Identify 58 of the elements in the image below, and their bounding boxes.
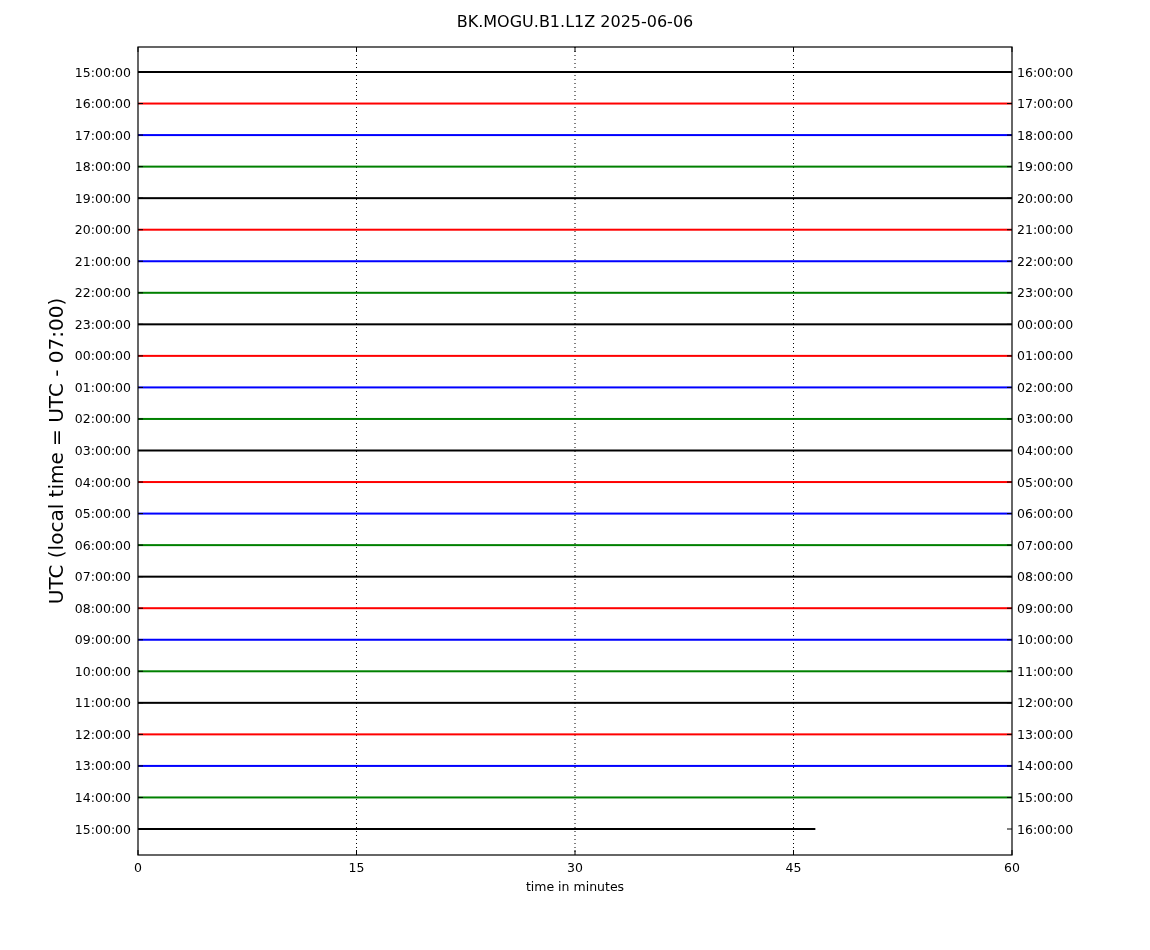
y-tick-label: 01:00:00: [74, 379, 131, 395]
y-tick-label: 05:00:00: [1017, 474, 1074, 490]
y-tick-label: 12:00:00: [74, 726, 131, 742]
chart-title: BK.MOGU.B1.L1Z 2025-06-06: [456, 12, 694, 31]
y-tick-label: 09:00:00: [1017, 600, 1074, 616]
y-tick-label: 03:00:00: [74, 443, 131, 458]
y-tick-label: 11:00:00: [1017, 663, 1074, 679]
y-tick-label: 09:00:00: [74, 632, 131, 648]
y-tick-label: 22:00:00: [1017, 253, 1074, 269]
y-tick-label: 02:00:00: [1017, 379, 1074, 395]
y-tick-label: 04:00:00: [1017, 443, 1074, 458]
y-tick-label: 12:00:00: [1017, 695, 1074, 711]
y-tick-label: 06:00:00: [74, 537, 131, 553]
y-tick-label: 15:00:00: [74, 64, 131, 80]
x-tick-label: 60: [1004, 860, 1020, 875]
y-tick-label: 23:00:00: [74, 316, 131, 332]
y-tick-label: 23:00:00: [1017, 285, 1074, 301]
x-tick-label: 30: [567, 860, 583, 875]
y-tick-label: 13:00:00: [1017, 726, 1074, 742]
y-tick-label: 16:00:00: [1017, 64, 1074, 80]
y-tick-label: 22:00:00: [74, 285, 131, 301]
y-tick-label: 03:00:00: [1017, 411, 1074, 427]
y-tick-label: 00:00:00: [74, 348, 131, 364]
y-tick-label: 15:00:00: [1017, 789, 1074, 805]
y-tick-label: 04:00:00: [74, 474, 131, 490]
y-tick-label: 07:00:00: [74, 569, 131, 585]
x-tick-label: 45: [785, 860, 802, 875]
y-tick-label: 21:00:00: [1017, 222, 1074, 238]
y-tick-label: 05:00:00: [74, 506, 131, 522]
x-tick-label: 0: [134, 860, 142, 875]
y-tick-label: 06:00:00: [1017, 506, 1074, 522]
y-axis-label: UTC (local time = UTC - 07:00): [44, 297, 68, 605]
x-axis-label: time in minutes: [525, 879, 625, 894]
y-tick-label: 14:00:00: [1017, 758, 1074, 774]
y-tick-label: 13:00:00: [74, 758, 131, 774]
x-tick-label: 15: [348, 860, 365, 875]
y-tick-label: 08:00:00: [1017, 569, 1074, 585]
y-tick-label: 11:00:00: [74, 695, 131, 711]
y-tick-label: 17:00:00: [74, 127, 131, 143]
y-tick-label: 10:00:00: [74, 663, 131, 679]
y-tick-label: 16:00:00: [74, 96, 131, 112]
y-tick-label: 00:00:00: [1017, 316, 1074, 332]
y-tick-label: 08:00:00: [74, 600, 131, 616]
y-tick-label: 17:00:00: [1017, 96, 1074, 112]
y-tick-label: 19:00:00: [74, 190, 131, 206]
y-tick-label: 20:00:00: [1017, 190, 1074, 206]
y-tick-label: 18:00:00: [74, 159, 131, 175]
y-tick-label: 14:00:00: [74, 789, 131, 805]
y-tick-label: 10:00:00: [1017, 632, 1074, 648]
y-tick-label: 15:00:00: [74, 821, 131, 837]
y-tick-label: 19:00:00: [1017, 159, 1074, 175]
y-tick-label: 20:00:00: [74, 222, 131, 238]
y-tick-label: 01:00:00: [1017, 348, 1074, 364]
y-tick-label: 16:00:00: [1017, 821, 1074, 837]
y-tick-label: 07:00:00: [1017, 537, 1074, 553]
y-tick-label: 18:00:00: [1017, 127, 1074, 143]
y-tick-label: 21:00:00: [74, 253, 131, 269]
y-tick-label: 02:00:00: [74, 411, 131, 427]
